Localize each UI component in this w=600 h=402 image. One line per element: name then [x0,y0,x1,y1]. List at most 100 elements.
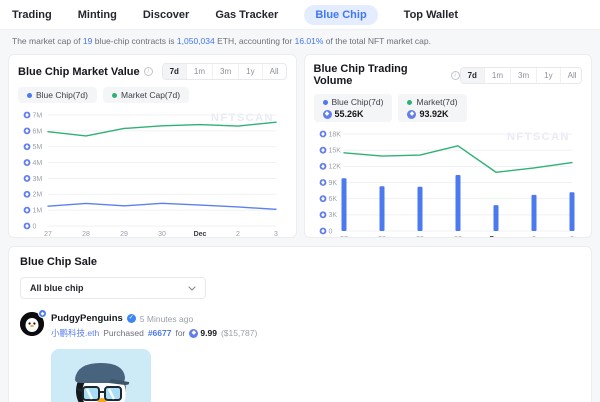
svg-text:2: 2 [236,231,240,238]
svg-text:3: 3 [570,236,574,238]
svg-text:6K: 6K [328,196,337,203]
nav-blue-chip[interactable]: Blue Chip [304,5,377,25]
nav-minting[interactable]: Minting [78,9,117,21]
svg-text:28: 28 [378,236,386,238]
info-icon[interactable]: i [144,67,153,76]
blue-chip-sale-card: Blue Chip Sale All blue chip ◆ PudgyPeng… [8,246,592,402]
svg-text:30: 30 [454,236,462,238]
range-1m[interactable]: 1m [186,64,212,79]
banner-text: blue-chip contracts is [92,36,177,46]
verified-badge-icon: ✓ [127,314,136,323]
eth-icon: ◆ [323,110,332,119]
svg-text:3: 3 [274,231,278,238]
svg-text:0: 0 [33,223,37,230]
svg-text:27: 27 [44,231,52,238]
trading-volume-title: Blue Chip Trading Volume [314,63,447,87]
range-3m[interactable]: 3m [510,68,536,83]
banner-text: ETH, accounting for [215,36,295,46]
info-icon[interactable]: i [451,71,460,80]
chevron-down-icon [188,286,196,291]
collection-name[interactable]: PudgyPenguins [51,313,123,324]
blue-dot-icon [323,100,328,105]
svg-text:7M: 7M [33,112,43,119]
nav-gas-tracker[interactable]: Gas Tracker [215,9,278,21]
range-7d[interactable]: 7d [461,68,484,83]
market-value-chart: NFTSCAN 0 1M 2M 3M 4M 5M 6M 7M 27 28 29 30 Dec 2 3 [18,105,287,238]
svg-text:NFTSCAN: NFTSCAN [211,112,274,124]
price-usd: ($15,787) [221,328,257,338]
range-7d[interactable]: 7d [163,64,186,79]
action-text: Purchased [103,328,144,338]
range-all[interactable]: All [560,68,582,83]
buyer-name-link[interactable]: 小鹏科技.eth [51,327,99,339]
svg-text:3K: 3K [328,212,337,219]
svg-text:18K: 18K [328,131,341,138]
legend-label: Market(7d) [416,97,457,107]
legend-market-cap[interactable]: Market Cap(7d) [103,87,189,103]
nft-image[interactable] [51,349,151,402]
svg-text:2: 2 [532,236,536,238]
legend-value: 93.92K [419,109,448,119]
svg-text:Dec: Dec [489,236,502,238]
svg-text:29: 29 [120,231,128,238]
top-nav: Trading Minting Discover Gas Tracker Blu… [0,0,600,30]
svg-text:6M: 6M [33,128,43,135]
market-value-range-group: 7d 1m 3m 1y All [162,63,287,80]
svg-text:9K: 9K [328,180,337,187]
eth-chain-badge-icon: ◆ [38,309,47,318]
legend-label: Blue Chip(7d) [332,97,384,107]
svg-text:2M: 2M [33,192,43,199]
banner-text: of the total NFT market cap. [323,36,431,46]
market-cap-banner: The market cap of 19 blue-chip contracts… [0,30,600,50]
svg-text:0: 0 [328,228,332,235]
nav-discover[interactable]: Discover [143,9,189,21]
sale-card-title: Blue Chip Sale [20,256,580,268]
for-text: for [175,328,185,338]
svg-text:4M: 4M [33,160,43,167]
banner-eth-amount: 1,050,034 [177,36,215,46]
nav-trading[interactable]: Trading [12,9,52,21]
banner-text: The market cap of [12,36,83,46]
range-1m[interactable]: 1m [484,68,510,83]
legend-blue-chip-volume[interactable]: Blue Chip(7d) ◆55.26K [314,94,393,122]
legend-market-volume[interactable]: Market(7d) ◆93.92K [398,94,466,122]
dropdown-selected-value: All blue chip [30,283,84,293]
range-1y[interactable]: 1y [536,68,559,83]
svg-text:5M: 5M [33,144,43,151]
legend-value: 55.26K [335,109,364,119]
svg-text:1M: 1M [33,208,43,215]
green-dot-icon [112,93,117,98]
svg-text:15K: 15K [328,148,341,155]
banner-percent: 16.01% [295,36,324,46]
svg-text:28: 28 [82,231,90,238]
sale-time: 5 Minutes ago [140,314,193,324]
svg-text:Dec: Dec [194,231,207,238]
legend-label: Blue Chip(7d) [36,90,88,100]
sale-list-item[interactable]: ◆ PudgyPenguins ✓ 5 Minutes ago 小鹏科技.eth… [20,312,580,339]
trading-volume-chart: NFTSCAN 0 3K 6K 9K 12K 15K 18K 27 28 29 30 Dec 2 3 [314,124,583,238]
svg-text:30: 30 [158,231,166,238]
nav-top-wallet[interactable]: Top Wallet [404,9,458,21]
svg-text:3M: 3M [33,176,43,183]
blue-dot-icon [27,93,32,98]
pudgy-penguin-artwork [51,349,151,402]
legend-blue-chip[interactable]: Blue Chip(7d) [18,87,97,103]
market-value-card: Blue Chip Market Value i 7d 1m 3m 1y All… [8,54,297,238]
svg-text:29: 29 [416,236,424,238]
trading-volume-range-group: 7d 1m 3m 1y All [460,67,582,84]
eth-icon: ◆ [189,329,198,338]
range-all[interactable]: All [262,64,286,79]
green-dot-icon [407,100,412,105]
svg-text:12K: 12K [328,164,341,171]
svg-text:NFTSCAN: NFTSCAN [506,131,569,143]
svg-text:27: 27 [340,236,348,238]
legend-label: Market Cap(7d) [121,90,180,100]
market-value-title: Blue Chip Market Value [18,66,140,78]
banner-contract-count: 19 [83,36,92,46]
token-id-link[interactable]: #6677 [148,328,172,338]
range-3m[interactable]: 3m [212,64,238,79]
range-1y[interactable]: 1y [238,64,261,79]
collection-filter-dropdown[interactable]: All blue chip [20,277,206,299]
price-eth: 9.99 [200,328,217,338]
eth-icon: ◆ [407,110,416,119]
